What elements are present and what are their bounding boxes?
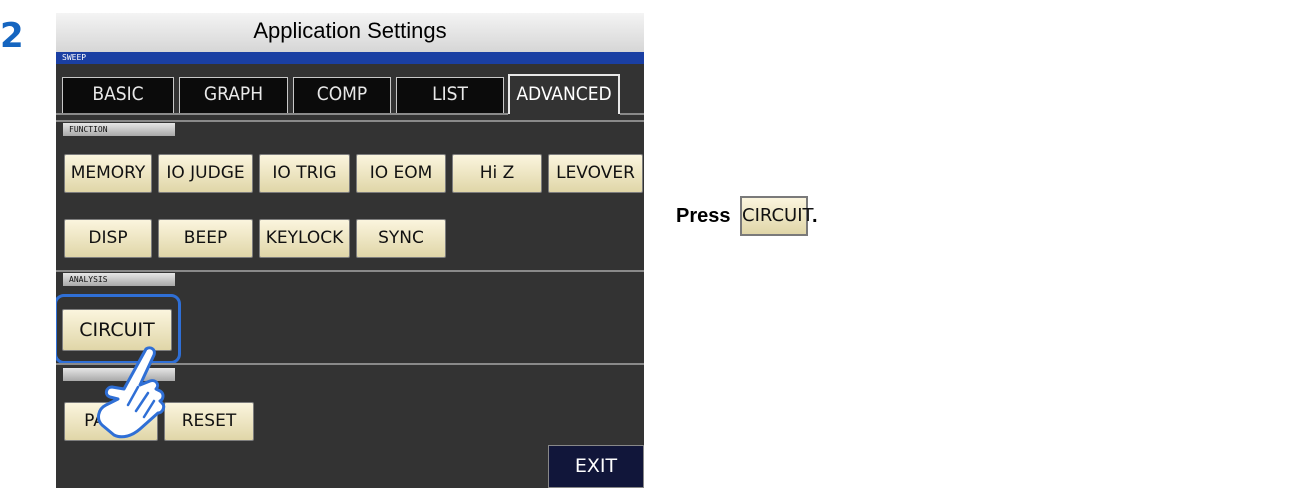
tab-list[interactable]: LIST xyxy=(396,77,504,113)
io-trig-button[interactable]: IO TRIG xyxy=(259,154,350,193)
levover-button[interactable]: LEVOVER xyxy=(548,154,643,193)
device-screen: Application Settings SWEEP BASIC GRAPH C… xyxy=(56,13,644,488)
circuit-button-reference: CIRCUIT xyxy=(740,196,814,236)
window-title: Application Settings xyxy=(56,13,644,52)
memory-button[interactable]: MEMORY xyxy=(64,154,152,193)
instruction-period: . xyxy=(812,205,818,227)
tab-baseline xyxy=(56,113,508,115)
keylock-button[interactable]: KEYLOCK xyxy=(259,219,350,258)
hi-z-button[interactable]: Hi Z xyxy=(452,154,542,193)
tab-baseline-right xyxy=(620,113,644,115)
section-divider xyxy=(56,120,644,122)
disp-button[interactable]: DISP xyxy=(64,219,152,258)
mode-label: SWEEP xyxy=(56,52,644,64)
sync-button[interactable]: SYNC xyxy=(356,219,446,258)
tab-graph[interactable]: GRAPH xyxy=(179,77,288,113)
io-judge-button[interactable]: IO JUDGE xyxy=(158,154,253,193)
tab-comp[interactable]: COMP xyxy=(293,77,391,113)
beep-button[interactable]: BEEP xyxy=(158,219,253,258)
tab-advanced[interactable]: ADVANCED xyxy=(508,74,620,114)
section-function-label: FUNCTION xyxy=(63,123,175,136)
tab-basic[interactable]: BASIC xyxy=(62,77,174,113)
step-number: 2 xyxy=(0,16,24,56)
io-eom-button[interactable]: IO EOM xyxy=(356,154,446,193)
section-divider xyxy=(56,270,644,272)
instruction-press-text: Press xyxy=(676,205,731,227)
exit-button[interactable]: EXIT xyxy=(548,445,644,488)
section-analysis-label: ANALYSIS xyxy=(63,273,175,286)
hand-pointer-icon xyxy=(97,346,166,439)
